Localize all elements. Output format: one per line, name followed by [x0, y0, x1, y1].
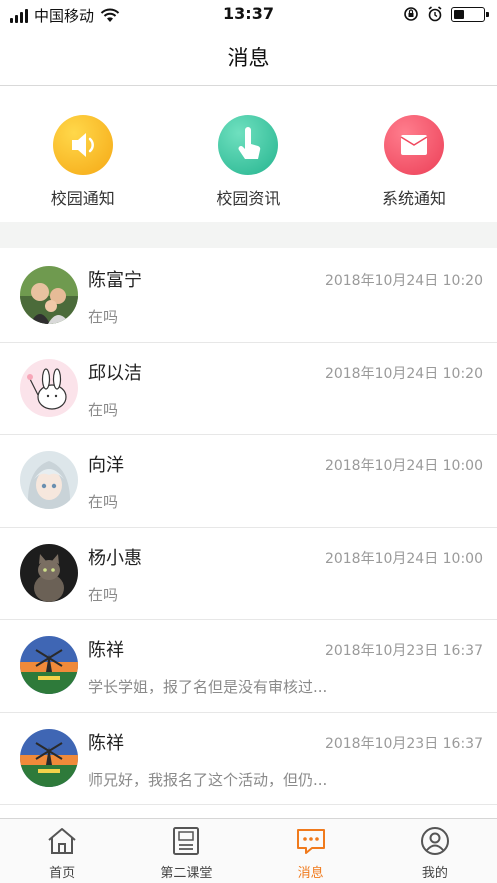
contact-name: 陈祥	[88, 640, 124, 661]
message-time: 2018年10月23日 16:37	[324, 735, 483, 752]
rotation-lock-icon	[404, 7, 418, 21]
contact-name: 向洋	[88, 455, 124, 476]
message-time: 2018年10月23日 16:37	[324, 643, 483, 659]
category-label: 校园资讯	[216, 189, 281, 208]
page-title: 消息	[227, 46, 270, 70]
tap-hand-icon	[218, 115, 279, 175]
envelope-icon	[383, 115, 444, 175]
tab-label: 我的	[421, 866, 448, 881]
category-row: 校园通知 校园资讯 系统通知	[0, 87, 497, 222]
contact-name: 陈祥	[88, 732, 124, 754]
tab-messages[interactable]: 消息	[249, 819, 373, 883]
classroom-icon	[173, 827, 200, 855]
contact-name: 杨小惠	[88, 547, 142, 569]
home-icon	[48, 828, 76, 854]
avatar	[20, 266, 78, 324]
message-item[interactable]: 杨小惠 2018年10月24日 10:00 在吗	[0, 528, 497, 620]
tab-profile[interactable]: 我的	[373, 819, 497, 883]
message-preview: 学长学姐，报了名但是没有审核过...	[88, 678, 328, 696]
message-preview: 师兄好，我报名了这个活动，但仍...	[88, 770, 328, 789]
avatar	[20, 728, 78, 787]
message-item[interactable]: 陈祥 2018年10月23日 16:37 学长学姐，报了名但是没有审核过...	[0, 620, 497, 713]
nav-bar: 消息	[0, 30, 497, 86]
tab-bar: 首页 第二课堂 消息 我的	[0, 818, 497, 883]
message-time: 2018年10月24日 10:20	[324, 365, 483, 382]
contact-name: 邱以洁	[88, 362, 142, 384]
status-right	[403, 6, 489, 22]
status-bar: 中国移动 13:37	[0, 0, 497, 30]
message-item[interactable]: 邱以洁 2018年10月24日 10:20 在吗	[0, 343, 497, 435]
tab-label: 首页	[49, 866, 76, 881]
alarm-icon	[428, 6, 442, 22]
speaker-icon	[52, 115, 113, 175]
message-item[interactable]: 陈富宁 2018年10月24日 10:20 在吗	[0, 250, 497, 343]
message-time: 2018年10月24日 10:00	[324, 458, 483, 474]
battery-icon	[451, 6, 489, 22]
avatar	[20, 451, 78, 509]
tab-second-classroom[interactable]: 第二课堂	[124, 819, 248, 883]
avatar	[20, 636, 78, 694]
category-label: 校园通知	[50, 189, 115, 208]
avatar	[20, 358, 78, 417]
message-list: 陈富宁 2018年10月24日 10:20 在吗 邱以洁 2018年10月24日…	[0, 250, 497, 805]
tab-label: 第二课堂	[160, 866, 213, 881]
category-campus-notice[interactable]: 校园通知	[0, 87, 166, 222]
message-icon	[296, 829, 325, 854]
tab-home[interactable]: 首页	[0, 819, 124, 883]
message-preview: 在吗	[88, 585, 119, 604]
contact-name: 陈富宁	[88, 270, 142, 291]
avatar	[20, 543, 78, 602]
section-divider	[0, 222, 497, 248]
category-label: 系统通知	[381, 189, 446, 208]
message-preview: 在吗	[88, 308, 119, 326]
message-preview: 在吗	[88, 493, 119, 511]
message-time: 2018年10月24日 10:20	[324, 273, 483, 289]
message-item[interactable]: 陈祥 2018年10月23日 16:37 师兄好，我报名了这个活动，但仍...	[0, 713, 497, 805]
category-campus-news[interactable]: 校园资讯	[166, 87, 332, 222]
message-preview: 在吗	[88, 400, 119, 419]
category-system-notice[interactable]: 系统通知	[331, 87, 497, 222]
message-item[interactable]: 向洋 2018年10月24日 10:00 在吗	[0, 435, 497, 528]
tab-label: 消息	[297, 866, 324, 881]
message-time: 2018年10月24日 10:00	[324, 550, 483, 567]
profile-icon	[420, 827, 449, 855]
